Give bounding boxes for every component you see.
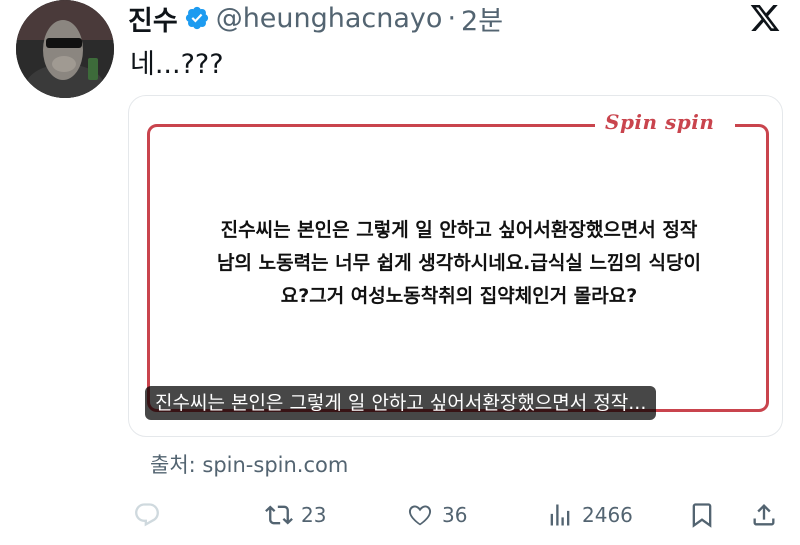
views-count: 2466 (582, 503, 633, 527)
verified-badge-icon (184, 5, 210, 31)
quote-line: 진수씨는 본인은 그렇게 일 안하고 싶어서환장했으면서 정작 (220, 219, 698, 241)
reply-button[interactable] (133, 495, 169, 535)
tweet-text: 네...??? (130, 49, 224, 80)
like-button[interactable]: 36 (406, 495, 467, 535)
author-name[interactable]: 진수 (128, 0, 178, 38)
brand-logo: Spin spin (605, 110, 715, 134)
share-button[interactable] (750, 495, 786, 535)
quote-text: 진수씨는 본인은 그렇게 일 안하고 싶어서환장했으면서 정작 남의 노동력는 … (169, 214, 749, 313)
tweet-timestamp[interactable]: 2분 (461, 0, 503, 38)
views-icon (550, 504, 570, 526)
source-link[interactable]: 출처: spin-spin.com (150, 449, 348, 479)
media-card[interactable]: Spin spin 진수씨는 본인은 그렇게 일 안하고 싶어서환장했으면서 정… (128, 95, 783, 437)
like-icon (408, 505, 432, 526)
avatar[interactable] (16, 0, 114, 98)
quote-line: 남의 노동력는 너무 쉽게 생각하시네요.급식실 느낌의 식당이 (217, 252, 701, 274)
separator-dot: · (447, 2, 457, 34)
views-button[interactable]: 2466 (546, 495, 633, 535)
retweet-button[interactable]: 23 (265, 495, 326, 535)
tweet-header: 진수 @heunghacnayo · 2분 (128, 0, 503, 38)
quote-line: 요?그거 여성노동착취의 집약체인거 몰라요? (280, 285, 638, 307)
reply-icon (135, 503, 159, 527)
bookmark-button[interactable] (688, 495, 724, 535)
share-icon (753, 504, 775, 526)
author-handle[interactable]: @heunghacnayo (216, 3, 443, 34)
retweet-count: 23 (301, 503, 327, 527)
alt-text-caption[interactable]: 진수씨는 본인은 그렇게 일 안하고 싶어서환장했으면서 정작... (145, 386, 657, 420)
like-count: 36 (442, 503, 468, 527)
bookmark-icon (692, 503, 712, 528)
quote-image: Spin spin 진수씨는 본인은 그렇게 일 안하고 싶어서환장했으면서 정… (129, 96, 782, 436)
retweet-icon (265, 505, 293, 525)
action-bar: 23 36 2466 (0, 495, 800, 535)
x-logo-icon[interactable] (748, 2, 782, 34)
